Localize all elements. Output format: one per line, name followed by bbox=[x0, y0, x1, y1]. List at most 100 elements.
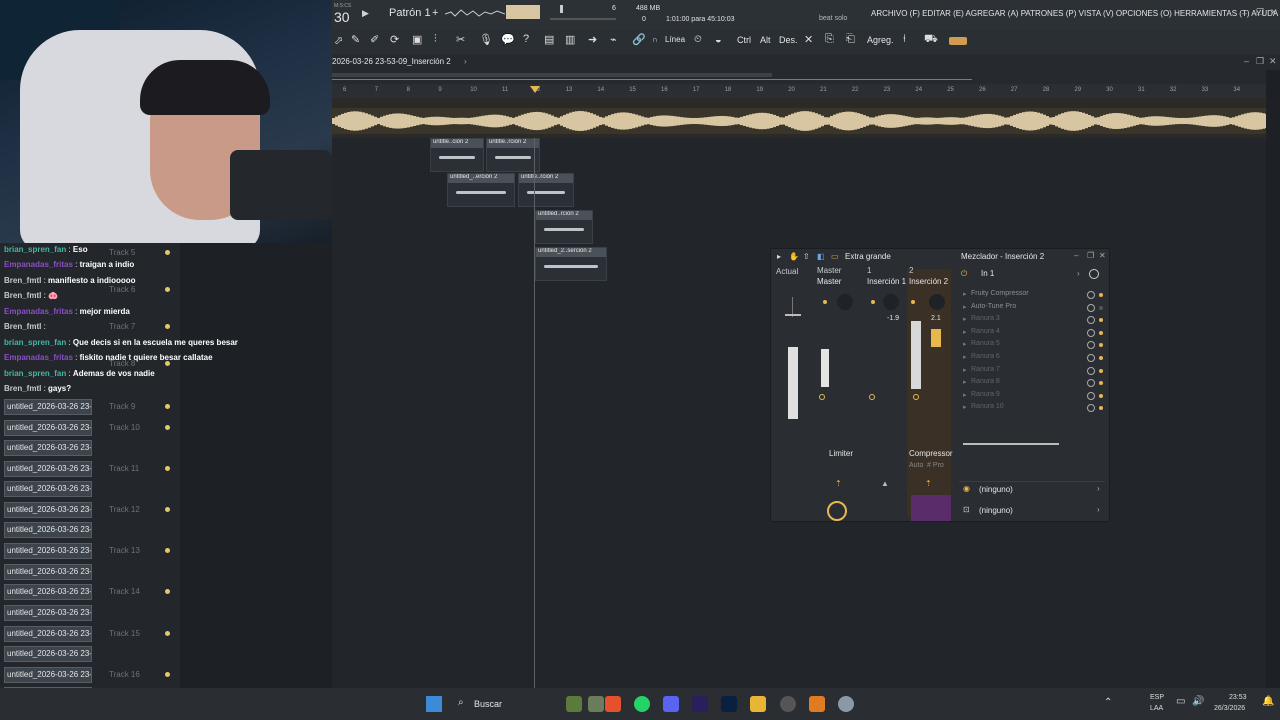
time-slider-handle[interactable] bbox=[560, 5, 563, 13]
track-row[interactable]: untitled_2026-03-26 23-... bbox=[0, 520, 180, 540]
clock-icon[interactable] bbox=[1089, 269, 1099, 279]
slot-enable-led[interactable] bbox=[1099, 356, 1103, 360]
slot-mix-knob[interactable] bbox=[1087, 341, 1095, 350]
input-selector[interactable]: In 1 bbox=[981, 269, 994, 278]
slot-arrow-icon[interactable]: ▸ bbox=[963, 328, 967, 336]
clock-date[interactable]: 26/3/2026 bbox=[1214, 705, 1245, 712]
menu-patrones[interactable]: PATRONES (P) bbox=[1021, 9, 1077, 18]
cut-icon[interactable]: ✂ bbox=[456, 33, 465, 46]
audio-clip[interactable]: untitle..ción 2 bbox=[430, 138, 484, 172]
insert-slot[interactable]: ▸ Auto-Tune Pro bbox=[959, 302, 1105, 314]
arrow-icon[interactable]: ⬀ bbox=[334, 34, 343, 47]
slot-arrow-icon[interactable]: ▸ bbox=[963, 340, 967, 348]
playlist-close-icon[interactable]: ✕ bbox=[1269, 56, 1277, 67]
slot-enable-led[interactable] bbox=[1099, 330, 1103, 335]
notification-icon[interactable]: 🔔 bbox=[1262, 696, 1274, 707]
mute-icon[interactable] bbox=[869, 394, 875, 400]
mixer-tool-icon[interactable]: ✋ bbox=[789, 252, 799, 261]
pattern-selector[interactable]: Patrón 1 bbox=[389, 7, 431, 19]
link-arrow-icon[interactable]: ⇡ bbox=[925, 479, 932, 488]
clock-time[interactable]: 23:53 bbox=[1229, 694, 1247, 701]
track-name[interactable]: untitled_2026-03-26 23-... bbox=[4, 461, 92, 477]
menu-herramientas[interactable]: HERRAMIENTAS (T) bbox=[1174, 9, 1249, 18]
magnet-icon[interactable]: ∩ bbox=[652, 35, 658, 44]
track-row[interactable]: untitled_2026-03-26 23-... Track 15 bbox=[0, 624, 180, 644]
insert-slot[interactable]: ▸ Ranura 3 bbox=[959, 314, 1105, 326]
mixer-minimize-icon[interactable]: – bbox=[1074, 251, 1078, 260]
slot-arrow-icon[interactable]: ▸ bbox=[963, 353, 967, 361]
slot-enable-led[interactable] bbox=[1099, 381, 1103, 386]
master-audio-clip[interactable] bbox=[332, 98, 1266, 138]
mixer-strip-insert-2[interactable]: 2 Inserción 2 2.1 Compressor Auto # Pro … bbox=[907, 266, 953, 521]
track-name[interactable]: untitled_2026-03-26 23-... bbox=[4, 626, 92, 642]
chat-icon[interactable]: 💬 bbox=[501, 33, 515, 46]
pan-knob[interactable] bbox=[837, 294, 853, 310]
send-slot-1[interactable]: ◉ (ninguno) › bbox=[959, 481, 1105, 497]
track-row[interactable]: untitled_2026-03-26 23-... bbox=[0, 644, 180, 664]
insert-slot[interactable]: ▸ Ranura 9 bbox=[959, 390, 1105, 402]
folder-icon[interactable] bbox=[750, 696, 766, 712]
track-row[interactable]: untitled_2026-03-26 23-... Track 11 bbox=[0, 459, 180, 479]
link-arrow-icon[interactable]: ⇡ bbox=[835, 479, 842, 488]
slot-arrow-icon[interactable]: ▸ bbox=[963, 290, 967, 298]
alt-toggle[interactable]: Alt bbox=[760, 35, 771, 45]
track-name[interactable]: untitled_2026-03-26 23-... bbox=[4, 399, 92, 415]
tray-arrow-icon[interactable]: ⌃ bbox=[1104, 697, 1112, 708]
slot-enable-led[interactable] bbox=[1099, 406, 1103, 411]
deselect-button[interactable]: Des. bbox=[779, 35, 798, 45]
slot-enable-led[interactable] bbox=[1099, 318, 1103, 323]
track-name[interactable]: untitled_2026-03-26 23-... bbox=[4, 543, 92, 559]
track-row[interactable]: untitled_2026-03-26 23-... bbox=[0, 562, 180, 582]
fader-handle[interactable] bbox=[931, 329, 941, 347]
fl-studio-icon[interactable] bbox=[809, 696, 825, 712]
search-box[interactable]: Buscar bbox=[474, 699, 502, 709]
strip-led[interactable] bbox=[871, 300, 875, 304]
playlist-restore-icon[interactable]: ❐ bbox=[1256, 56, 1264, 67]
playlist-icon[interactable]: ▤ bbox=[544, 33, 554, 46]
settings-icon[interactable] bbox=[838, 696, 854, 712]
track-name[interactable]: untitled_2026-03-26 23-... bbox=[4, 605, 92, 621]
tempo-display[interactable]: 30 bbox=[334, 9, 350, 25]
menu-editar[interactable]: EDITAR (E) bbox=[922, 9, 964, 18]
snap-selector[interactable]: Línea bbox=[665, 35, 685, 44]
mixer-preset[interactable]: Extra grande bbox=[845, 252, 891, 261]
close-icon[interactable]: ✕ bbox=[1270, 7, 1278, 18]
slot-enable-led[interactable] bbox=[1099, 305, 1103, 310]
clip-color-swatch[interactable] bbox=[949, 37, 967, 45]
slot-arrow-icon[interactable]: ▸ bbox=[963, 391, 967, 399]
slot-arrow-icon[interactable]: ▸ bbox=[963, 315, 967, 323]
mic-icon[interactable]: 🎙 bbox=[479, 33, 493, 46]
playhead-marker-icon[interactable] bbox=[530, 86, 540, 93]
slot-enable-led[interactable] bbox=[1099, 368, 1103, 373]
minimize-icon[interactable]: – bbox=[1242, 8, 1247, 18]
mixer-strip-insert-1[interactable]: 1 Inserción 1 -1.9 ▲ bbox=[867, 266, 907, 517]
mixer-arrow-icon[interactable]: ▸ bbox=[777, 252, 781, 261]
menu-vista[interactable]: VISTA (V) bbox=[1079, 9, 1114, 18]
audio-clip[interactable]: untitle..rción 2 bbox=[518, 173, 574, 207]
track-row[interactable]: untitled_2026-03-26 23-... Track 9 bbox=[0, 397, 180, 417]
up-arrow-icon[interactable]: ▲ bbox=[881, 479, 889, 488]
audio-clip[interactable]: untitled..rción 2 bbox=[535, 210, 593, 244]
track-row[interactable]: untitled_2026-03-26 23-... Track 12 bbox=[0, 500, 180, 520]
track-row[interactable]: untitled_2026-03-26 23-... bbox=[0, 603, 180, 623]
play-icon[interactable]: ▶ bbox=[362, 8, 369, 19]
insert-slot[interactable]: ▸ Ranura 8 bbox=[959, 377, 1105, 389]
loop-icon[interactable]: ⟳ bbox=[390, 33, 399, 46]
restore-icon[interactable]: ❐ bbox=[1256, 7, 1264, 18]
slot-mix-knob[interactable] bbox=[1087, 303, 1095, 312]
add-pattern-icon[interactable]: + bbox=[432, 7, 438, 19]
photoshop-icon[interactable] bbox=[721, 696, 737, 712]
track-row[interactable]: untitled_2026-03-26 23-... Track 10 bbox=[0, 418, 180, 438]
master-pitch-slider[interactable] bbox=[550, 18, 616, 20]
track-row[interactable]: untitled_2026-03-26 23-... Track 13 bbox=[0, 541, 180, 561]
mixer-view-icon[interactable]: ◧ bbox=[817, 252, 825, 261]
plugin-icon[interactable]: ⌁ bbox=[610, 33, 617, 46]
slot-mix-knob[interactable] bbox=[1087, 291, 1095, 299]
insert-slot[interactable]: ▸ Ranura 5 bbox=[959, 339, 1105, 351]
mixer-icon[interactable]: ⫶ bbox=[434, 33, 437, 46]
audio-clip[interactable]: untitle..rción 2 bbox=[486, 138, 540, 172]
horizontal-scrollbar[interactable] bbox=[332, 73, 772, 77]
link-icon[interactable]: 🔗 bbox=[632, 33, 646, 46]
track-row[interactable]: untitled_2026-03-26 23-... Track 14 bbox=[0, 582, 180, 602]
volume-icon[interactable]: 🔊 bbox=[1192, 696, 1204, 707]
